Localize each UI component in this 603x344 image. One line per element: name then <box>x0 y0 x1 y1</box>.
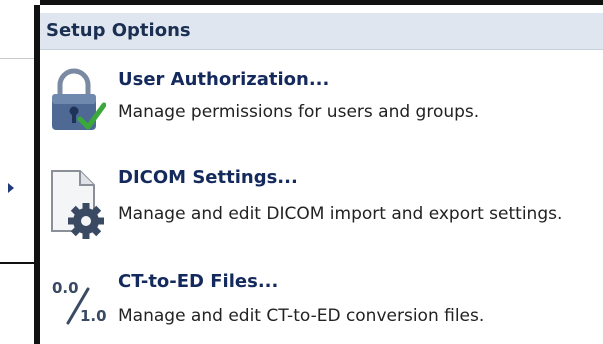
menu-item-ct-to-ed-files[interactable]: 0.0 1.0 CT-to-ED Files... Manage and edi… <box>40 263 603 337</box>
menu-header: Setup Options <box>40 13 603 50</box>
ratio-icon-bottom-value: 1.0 <box>80 307 107 325</box>
menu-item-description: Manage and edit DICOM import and export … <box>118 204 563 224</box>
menu-item-title: User Authorization... <box>118 69 330 90</box>
menu-header-title: Setup Options <box>46 20 191 41</box>
setup-options-menu: Setup Options User Authorization... Mana… <box>34 5 603 344</box>
lock-check-icon <box>46 67 107 137</box>
menu-item-dicom-settings[interactable]: DICOM Settings... Manage and edit DICOM … <box>40 155 603 257</box>
document-gear-icon <box>46 169 108 245</box>
menu-item-title: CT-to-ED Files... <box>118 271 279 292</box>
menu-item-description: Manage permissions for users and groups. <box>118 102 480 122</box>
ratio-icon: 0.0 1.0 <box>46 277 112 331</box>
submenu-arrow-icon <box>8 183 14 193</box>
menu-item-title: DICOM Settings... <box>118 167 298 188</box>
menu-item-description: Manage and edit CT-to-ED conversion file… <box>118 306 485 326</box>
menu-item-user-authorization[interactable]: User Authorization... Manage permissions… <box>40 57 603 147</box>
screen: Setup Options User Authorization... Mana… <box>0 0 603 344</box>
